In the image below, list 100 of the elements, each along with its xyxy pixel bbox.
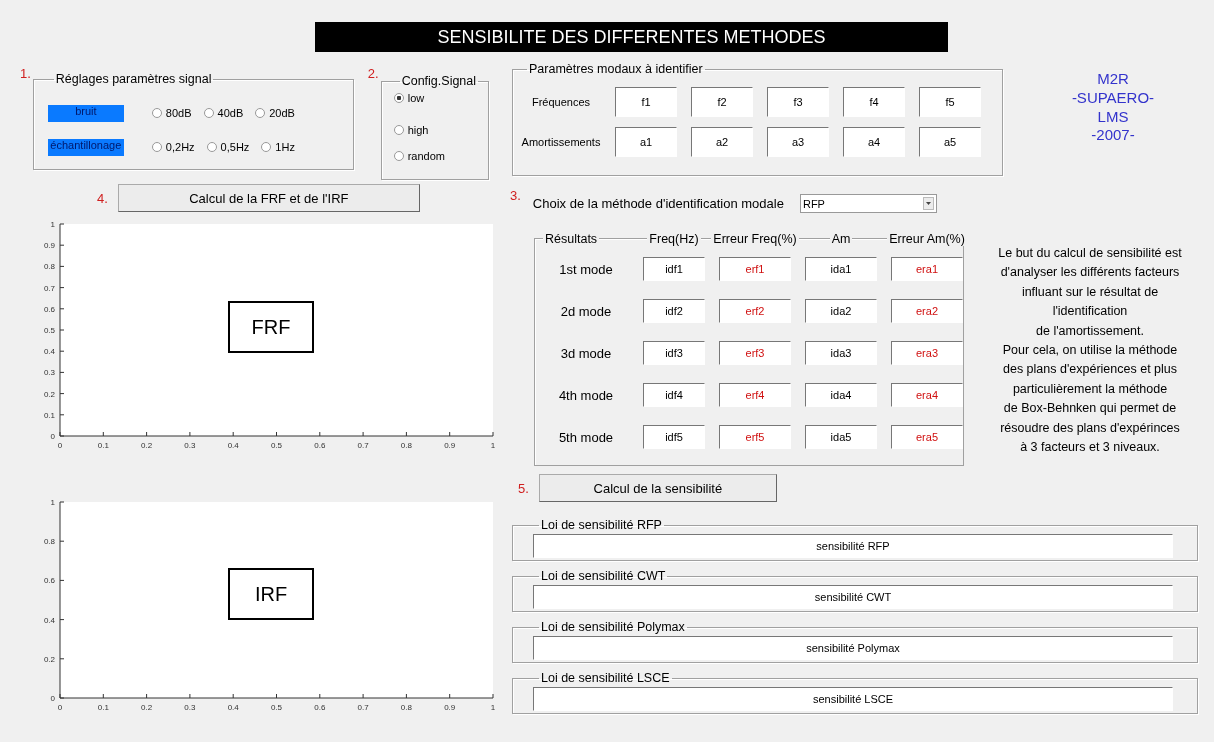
tick-label: 0.8 [43, 262, 55, 272]
result-field[interactable]: idf3 [643, 341, 705, 365]
value-field[interactable]: f1 [615, 87, 677, 117]
method-dropdown[interactable]: RFP [799, 194, 937, 213]
tick-label: 0 [50, 694, 55, 703]
result-field[interactable]: era5 [891, 425, 963, 449]
result-field[interactable]: ida3 [805, 341, 877, 365]
tick-label: 0.5 [270, 441, 283, 450]
tick-label: 0.2 [141, 703, 153, 712]
tick-label: 0 [57, 703, 63, 712]
step-number: 4. [97, 190, 108, 206]
radio-button[interactable] [151, 142, 162, 152]
result-field[interactable]: era2 [891, 299, 963, 323]
value-field[interactable]: a4 [843, 127, 905, 157]
radio-label: random [407, 150, 445, 162]
tick-label: 0.2 [43, 389, 55, 399]
plot-label: FRF [228, 301, 314, 353]
value-field[interactable]: a3 [767, 127, 829, 157]
tick-label: 1 [490, 441, 496, 450]
tick-label: 0.5 [270, 703, 283, 712]
tick-label: 0.6 [43, 304, 55, 314]
step-number: 2. [367, 66, 379, 81]
parameter-label: échantillonage [47, 138, 124, 156]
sensitivity-field[interactable]: sensibilité CWT [533, 585, 1173, 609]
credits-text: M2R -SUPAERO- LMS -2007- [1070, 70, 1156, 145]
group-title: Config.Signal [400, 74, 478, 88]
mode-label: 2d mode [559, 303, 613, 319]
tick-label: 0.7 [357, 441, 369, 450]
tick-label: 0.3 [184, 441, 196, 450]
column-header: Erreur Am(%) [887, 232, 967, 246]
result-field[interactable]: idf2 [643, 299, 705, 323]
sensitivity-field[interactable]: sensibilité Polymax [533, 636, 1173, 660]
result-field[interactable]: era4 [891, 383, 963, 407]
value-field[interactable]: f4 [843, 87, 905, 117]
radio-label: 80dB [165, 107, 192, 119]
radio-button[interactable] [203, 108, 214, 118]
radio-button[interactable] [393, 125, 404, 135]
tick-label: 0.3 [184, 703, 196, 712]
radio-button[interactable] [393, 151, 404, 161]
result-field[interactable]: era3 [891, 341, 963, 365]
group-title: Loi de sensibilité LSCE [540, 671, 671, 685]
result-field[interactable]: erf2 [719, 299, 791, 323]
result-field[interactable]: era1 [891, 257, 963, 281]
result-field[interactable]: ida5 [805, 425, 877, 449]
mode-label: 5th mode [557, 429, 615, 445]
tick-label: 1 [50, 498, 55, 507]
tick-label: 0.5 [43, 326, 55, 335]
tick-label: 0.7 [43, 283, 55, 293]
result-field[interactable]: erf5 [719, 425, 791, 449]
group-title: Paramètres modaux à identifier [528, 62, 704, 76]
column-header: Erreur Freq(%) [711, 232, 799, 246]
sensitivity-field[interactable]: sensibilité RFP [533, 534, 1173, 558]
window-title: SENSIBILITE DES DIFFERENTES METHODES [315, 22, 948, 52]
tick-label: 0.8 [400, 703, 412, 712]
value-field[interactable]: f5 [919, 87, 981, 117]
tick-label: 0.8 [400, 441, 412, 450]
calculate-button[interactable]: Calcul de la FRF et de l'IRF [117, 184, 420, 212]
tick-label: 0.4 [43, 347, 55, 357]
method-label: Choix de la méthode d'identification modale [532, 196, 784, 211]
radio-label: 0,2Hz [165, 141, 195, 153]
result-field[interactable]: erf1 [719, 257, 791, 281]
radio-label: high [407, 124, 429, 136]
group-title: Réglages paramètres signal [54, 72, 213, 86]
value-field[interactable]: a1 [615, 127, 677, 157]
result-field[interactable]: ida1 [805, 257, 877, 281]
radio-button[interactable] [151, 108, 162, 118]
tick-label: 0.2 [43, 654, 55, 664]
tick-label: 0.4 [43, 615, 55, 625]
tick-label: 0.3 [43, 368, 55, 378]
tick-label: 1 [50, 220, 55, 229]
mode-label: 3d mode [559, 345, 613, 361]
value-field[interactable]: a2 [691, 127, 753, 157]
tick-label: 0.2 [141, 441, 153, 450]
result-field[interactable]: ida2 [805, 299, 877, 323]
tick-label: 0.9 [444, 703, 456, 712]
radio-button[interactable] [261, 142, 272, 152]
tick-label: 0.1 [97, 441, 109, 450]
group-title: Résultats [543, 232, 600, 246]
result-field[interactable]: idf5 [643, 425, 705, 449]
tick-label: 0.6 [314, 703, 326, 712]
mode-label: 4th mode [557, 387, 615, 403]
result-field[interactable]: erf3 [719, 341, 791, 365]
result-field[interactable]: erf4 [719, 383, 791, 407]
result-field[interactable]: ida4 [805, 383, 877, 407]
calculate-button[interactable]: Calcul de la sensibilité [538, 474, 777, 502]
result-field[interactable]: idf4 [643, 383, 705, 407]
radio-button[interactable] [393, 93, 404, 103]
radio-label: 1Hz [275, 141, 295, 153]
value-field[interactable]: f3 [767, 87, 829, 117]
radio-button[interactable] [255, 108, 266, 118]
tick-label: 0.9 [444, 441, 456, 450]
radio-button[interactable] [206, 142, 217, 152]
tick-label: 0 [50, 432, 55, 441]
sensitivity-field[interactable]: sensibilité LSCE [533, 687, 1173, 711]
result-field[interactable]: idf1 [643, 257, 705, 281]
group-title: Loi de sensibilité RFP [540, 518, 663, 532]
tick-label: 0.4 [227, 703, 239, 712]
value-field[interactable]: f2 [691, 87, 753, 117]
value-field[interactable]: a5 [919, 127, 981, 157]
group-title: Loi de sensibilité CWT [540, 569, 667, 583]
